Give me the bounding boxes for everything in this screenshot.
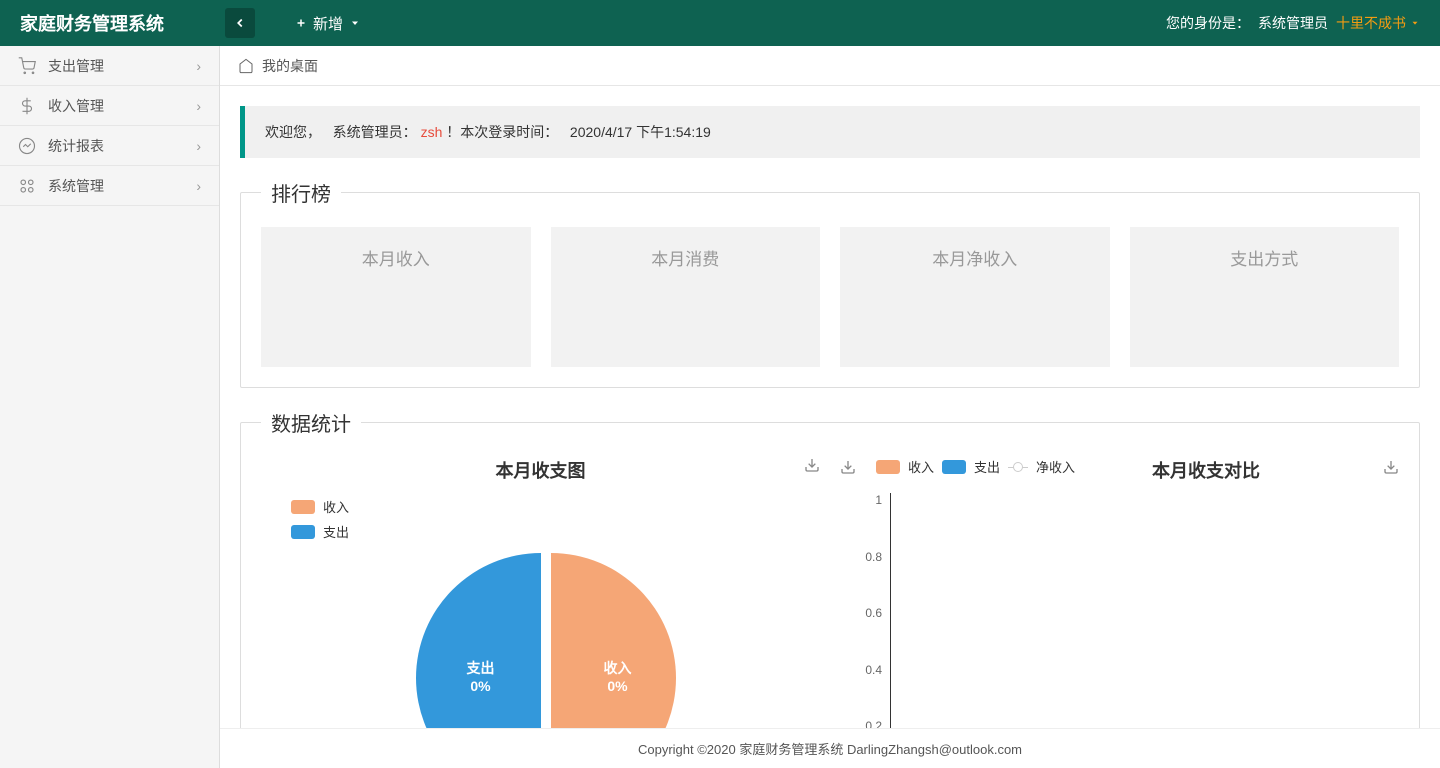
home-icon	[238, 58, 254, 74]
app-logo: 家庭财务管理系统	[0, 10, 220, 36]
chevron-right-icon: ›	[196, 98, 201, 114]
line-chart-title: 本月收支对比	[1152, 457, 1260, 483]
back-button[interactable]	[225, 8, 255, 38]
ranking-card-income: 本月收入	[261, 227, 531, 367]
ranking-section: 排行榜 本月收入 本月消费 本月净收入 支出方式	[240, 178, 1420, 388]
download-button[interactable]	[1383, 459, 1399, 478]
sidebar: 支出管理 › 收入管理 › 统计报表 › 系统管理 ›	[0, 46, 220, 768]
chart-icon	[18, 137, 36, 155]
cart-icon	[18, 57, 36, 75]
main-content: 欢迎您， 系统管理员： zsh ！本次登录时间： 2020/4/17 下午1:5…	[220, 86, 1440, 728]
sidebar-item-reports[interactable]: 统计报表 ›	[0, 126, 219, 166]
welcome-username: zsh	[421, 124, 443, 140]
sidebar-item-label: 系统管理	[48, 176, 196, 196]
ranking-card-expense: 本月消费	[551, 227, 821, 367]
swatch-orange	[876, 460, 900, 474]
chevron-right-icon: ›	[196, 58, 201, 74]
sidebar-item-label: 支出管理	[48, 56, 196, 76]
grid-icon	[18, 177, 36, 195]
y-axis: 1 0.8 0.6 0.4 0.2	[840, 493, 890, 728]
breadcrumb-title: 我的桌面	[262, 56, 318, 76]
download-button[interactable]	[840, 459, 856, 478]
caret-down-icon	[1410, 18, 1420, 28]
line-chart: 收入 支出 净收入 本月收支对比	[840, 457, 1399, 728]
identity-label: 您的身份是：	[1166, 13, 1250, 33]
swatch-circle	[1008, 462, 1028, 472]
stats-legend: 数据统计	[261, 408, 361, 437]
pie-graphic: 支出 0% 收入 0%	[416, 553, 666, 728]
chevron-right-icon: ›	[196, 138, 201, 154]
login-time: 2020/4/17 下午1:54:19	[570, 124, 711, 140]
legend-item-expense[interactable]: 支出	[974, 457, 1000, 476]
chevron-right-icon: ›	[196, 178, 201, 194]
download-button[interactable]	[804, 457, 820, 476]
identity-value: 系统管理员	[1258, 13, 1328, 33]
legend-item-income[interactable]: 收入	[908, 457, 934, 476]
chevron-left-icon	[233, 16, 247, 30]
ranking-legend: 排行榜	[261, 178, 341, 207]
sidebar-item-expense[interactable]: 支出管理 ›	[0, 46, 219, 86]
ranking-card-net: 本月净收入	[840, 227, 1110, 367]
pie-slice-expense: 支出 0%	[416, 553, 541, 728]
sidebar-item-label: 统计报表	[48, 136, 196, 156]
user-name: 十里不成书	[1336, 13, 1406, 33]
sidebar-item-label: 收入管理	[48, 96, 196, 116]
welcome-banner: 欢迎您， 系统管理员： zsh ！本次登录时间： 2020/4/17 下午1:5…	[240, 106, 1420, 158]
pie-chart-title: 本月收支图	[261, 457, 820, 483]
line-chart-area: 1 0.8 0.6 0.4 0.2	[840, 483, 1399, 728]
plot-area	[890, 493, 1399, 728]
user-menu[interactable]: 十里不成书	[1336, 13, 1420, 33]
topbar-right: 您的身份是： 系统管理员 十里不成书	[1166, 13, 1440, 33]
caret-down-icon	[349, 17, 361, 29]
breadcrumb: 我的桌面	[220, 46, 1440, 86]
swatch-blue	[942, 460, 966, 474]
add-button-label: 新增	[313, 13, 343, 34]
pie-chart: 本月收支图 收入 支出 支出 0%	[261, 457, 820, 728]
pie-slice-income: 收入 0%	[551, 553, 676, 728]
stats-section: 数据统计 本月收支图 收入 支出	[240, 408, 1420, 728]
dollar-icon	[18, 97, 36, 115]
line-legend: 收入 支出 净收入	[856, 457, 1075, 476]
footer: Copyright ©2020 家庭财务管理系统 DarlingZhangsh@…	[220, 728, 1440, 768]
sidebar-item-system[interactable]: 系统管理 ›	[0, 166, 219, 206]
legend-item-net[interactable]: 净收入	[1036, 457, 1075, 476]
add-button[interactable]: 新增	[295, 13, 361, 34]
ranking-card-method: 支出方式	[1130, 227, 1400, 367]
plus-icon	[295, 17, 307, 29]
topbar: 家庭财务管理系统 新增 您的身份是： 系统管理员 十里不成书	[0, 0, 1440, 46]
sidebar-item-income[interactable]: 收入管理 ›	[0, 86, 219, 126]
content-area: 我的桌面 欢迎您， 系统管理员： zsh ！本次登录时间： 2020/4/17 …	[220, 46, 1440, 768]
